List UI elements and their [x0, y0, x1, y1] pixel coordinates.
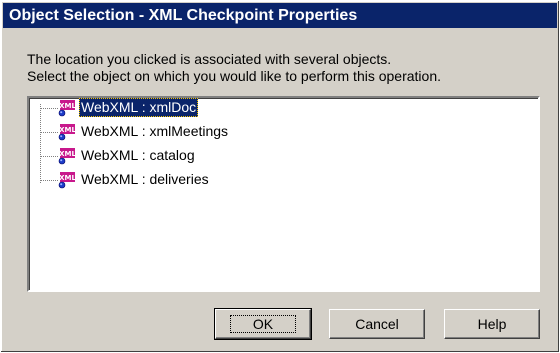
tree-item-catalog[interactable]: XML WebXML : catalog [40, 146, 340, 166]
help-button[interactable]: Help [444, 309, 540, 339]
cancel-button[interactable]: Cancel [329, 309, 425, 339]
prompt-line-1: The location you clicked is associated w… [27, 51, 392, 67]
xml-checkpoint-dialog: Object Selection - XML Checkpoint Proper… [0, 0, 560, 353]
window-title: Object Selection - XML Checkpoint Proper… [9, 7, 358, 24]
xml-object-icon: XML [58, 100, 76, 117]
ok-button[interactable]: OK [214, 308, 312, 340]
tree-item-label: WebXML : deliveries [81, 171, 209, 187]
object-tree[interactable]: XML WebXML : xmlDoc XML WebXML : xmlMeet… [27, 96, 540, 292]
tree-connector [40, 156, 58, 157]
ok-button-label: OK [229, 315, 297, 333]
tree-connector [40, 180, 58, 181]
svg-text:XML: XML [59, 102, 76, 110]
tree-item-label: WebXML : xmlDoc [79, 98, 199, 117]
xml-object-icon: XML [58, 124, 76, 141]
svg-text:XML: XML [59, 150, 76, 158]
prompt-line-2: Select the object on which you would lik… [27, 68, 442, 84]
tree-item-label: WebXML : xmlMeetings [81, 123, 229, 139]
title-bar[interactable]: Object Selection - XML Checkpoint Proper… [3, 3, 557, 28]
tree-item-xmlmeetings[interactable]: XML WebXML : xmlMeetings [40, 122, 340, 142]
xml-object-icon: XML [58, 172, 76, 189]
tree-item-deliveries[interactable]: XML WebXML : deliveries [40, 170, 340, 190]
prompt-text: The location you clicked is associated w… [27, 51, 441, 85]
tree-connector [40, 132, 58, 133]
tree-connector [40, 108, 58, 109]
xml-object-icon: XML [58, 148, 76, 165]
tree-item-xmldoc[interactable]: XML WebXML : xmlDoc [40, 98, 340, 118]
svg-text:XML: XML [59, 174, 76, 182]
tree-item-label: WebXML : catalog [81, 147, 195, 163]
svg-text:XML: XML [59, 126, 76, 134]
